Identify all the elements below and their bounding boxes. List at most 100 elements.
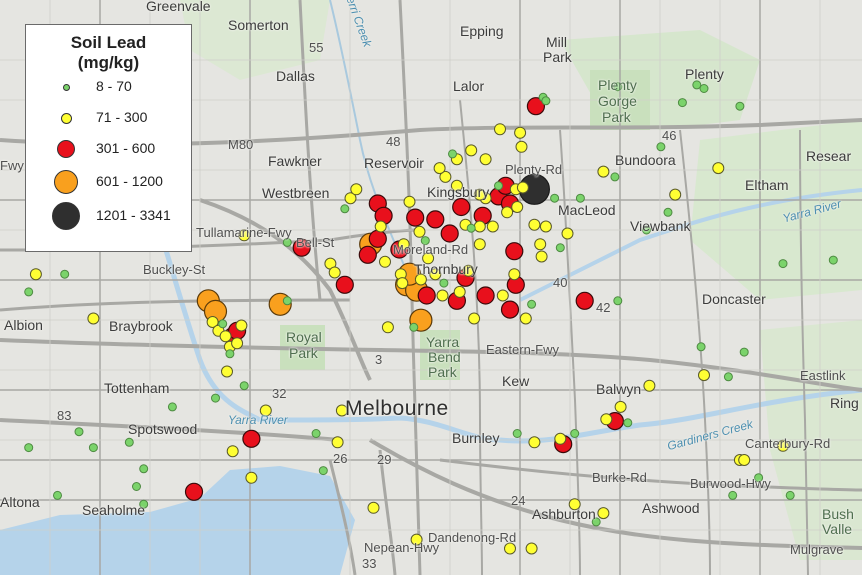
soil-sample-point [374,220,387,233]
soil-sample-point [496,289,509,302]
label-bundoora: Bundoora [615,152,676,168]
legend-label-5: 1201 - 3341 [96,207,171,223]
soil-sample-point [712,162,725,175]
label-balwyn: Balwyn [596,381,642,397]
soil-sample-point [225,349,235,359]
soil-sample-point [473,220,486,233]
road-label-tullamarine-fwy: Tullamarine-Fwy [196,225,292,240]
road-label-burwood-hwy: Burwood-Hwy [690,476,771,491]
road-label-3: 3 [375,352,383,367]
label-ringwood: Ring [830,395,859,411]
soil-sample-point [231,337,244,350]
soil-sample-point [433,162,446,175]
soil-sample-point [614,400,627,413]
road-label-burke-rd: Burke-Rd [592,470,647,485]
soil-sample-point [368,229,387,248]
soil-sample-point [282,296,292,306]
soil-sample-point [436,289,449,302]
soil-sample-point [24,287,34,297]
soil-sample-point [535,250,548,263]
label-ashwood: Ashwood [642,500,700,516]
soil-sample-point [623,418,633,428]
water-label-yarra-river-2: Yarra River [228,413,288,427]
soil-sample-point [403,195,416,208]
map-view[interactable]: Greenvale Somerton Epping Mill Park Dall… [0,0,862,575]
label-kew: Kew [502,373,530,389]
label-lalor: Lalor [453,78,485,94]
label-bush-valley-2: Valle [822,521,853,537]
soil-sample-point [785,490,795,500]
soil-sample-point [465,144,478,157]
label-braybrook: Braybrook [109,318,173,334]
label-melbourne: Melbourne [345,397,449,420]
soil-sample-point [24,443,34,453]
label-yarra-bend-3: Park [428,364,457,380]
soil-sample-point [381,321,394,334]
label-thornbury: Thornbury [414,261,478,277]
soil-sample-point [88,443,98,453]
road-label-83: 83 [57,408,72,423]
soil-sample-point [211,393,220,403]
label-tottenham: Tottenham [104,380,170,396]
legend-symbol-1 [62,83,70,91]
soil-sample-point [242,429,261,448]
label-viewbank: Viewbank [630,218,691,234]
soil-sample-point [570,429,580,438]
legend-symbol-5 [52,202,80,230]
road-label-eastern-fwy: Eastern-Fwy [486,342,559,357]
soil-sample-point [828,255,838,265]
label-epping: Epping [460,23,504,39]
soil-sample-point [328,266,341,279]
soil-sample-point [669,188,682,201]
soil-sample-point [501,206,514,219]
soil-sample-point [738,454,751,466]
road-label-canterbury-rd: Canterbury-Rd [745,436,831,451]
label-doncaster: Doncaster [702,291,766,307]
soil-sample-point [331,436,344,449]
soil-sample-point [413,225,426,238]
soil-sample-point [219,330,232,343]
soil-sample-point [494,123,506,136]
soil-sample-point [335,275,354,294]
soil-sample-point [218,319,228,329]
soil-sample-point [778,259,788,269]
road-label-eastlink: Eastlink [800,368,846,383]
road-label-nepean-hwy: Nepean-Hwy [364,540,440,555]
soil-sample-point [494,181,503,191]
label-royal-park-2: Park [289,345,318,361]
soil-sample-point [340,204,350,214]
road-label-fwy-west: Fwy [0,158,24,173]
label-ashburton: Ashburton [532,506,596,522]
legend-panel: Soil Lead (mg/kg) 8 - 70 71 - 300 301 - 60… [25,24,192,252]
soil-sample-point [426,210,445,229]
soil-sample-point [167,402,177,412]
soil-sample-point [350,183,363,196]
soil-sample-point [597,165,610,178]
soil-sample-point [663,207,673,217]
label-plenty-gorge-3: Park [602,109,631,125]
legend-label-3: 301 - 600 [96,140,156,156]
soil-sample-point [519,312,532,325]
label-spotswood: Spotswood [128,421,198,437]
legend-label-2: 71 - 300 [96,109,148,125]
soil-sample-point [468,312,481,325]
soil-sample-point [541,96,551,106]
soil-sample-point [528,218,541,231]
soil-sample-point [318,466,328,476]
soil-sample-point [525,542,538,555]
label-seaholme: Seaholme [82,502,146,518]
soil-sample-point [515,140,528,153]
soil-sample-point [508,268,521,281]
road-label-26: 26 [333,451,348,466]
soil-sample-point [448,149,457,159]
soil-sample-point [698,369,710,382]
label-reservoir: Reservoir [364,155,424,171]
legend-label-1: 8 - 70 [96,78,132,94]
road-label-32: 32 [272,386,287,401]
soil-sample-point [396,277,409,290]
soil-sample-point [479,153,492,166]
soil-sample-point [528,436,541,449]
road-label-29: 29 [377,452,392,467]
soil-sample-point [53,490,62,500]
label-macleod: MacLeod [558,202,616,218]
